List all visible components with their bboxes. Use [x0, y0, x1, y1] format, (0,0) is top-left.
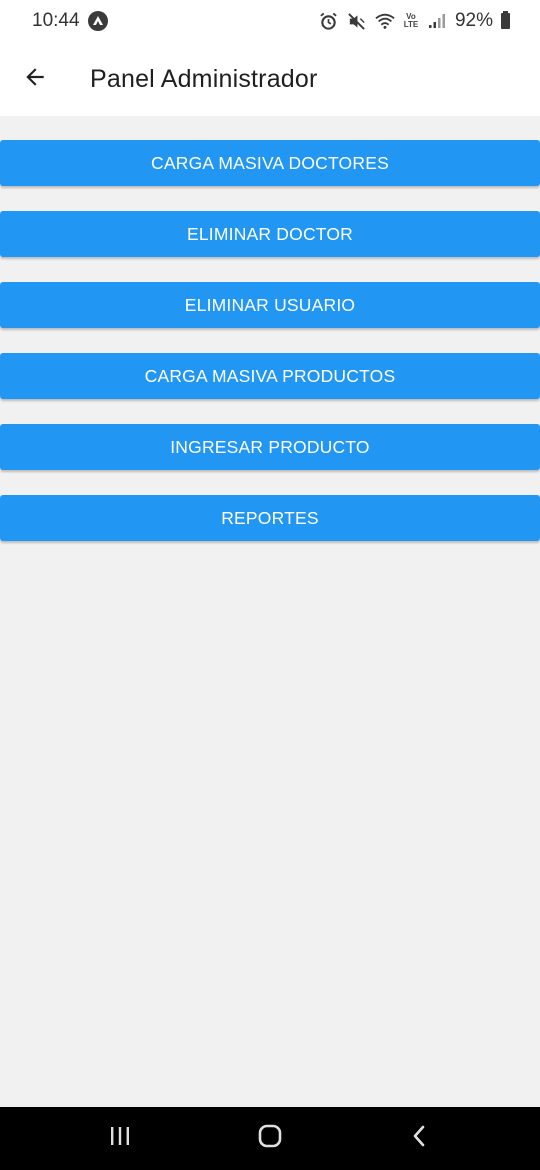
- signal-icon: [427, 11, 447, 31]
- status-bar: 10:44 Vo LTE 92%: [0, 0, 540, 42]
- home-button[interactable]: [240, 1114, 300, 1164]
- home-icon: [257, 1124, 283, 1153]
- battery-icon: [501, 11, 510, 29]
- add-product-button[interactable]: INGRESAR PRODUCTO: [0, 424, 540, 470]
- bulk-load-products-button[interactable]: CARGA MASIVA PRODUCTOS: [0, 353, 540, 399]
- screen: 10:44 Vo LTE 92% Panel Administrador CAR…: [0, 0, 540, 1170]
- volte-bottom: LTE: [403, 20, 419, 29]
- bulk-load-doctors-button[interactable]: CARGA MASIVA DOCTORES: [0, 140, 540, 186]
- recents-icon: [108, 1125, 132, 1152]
- system-nav-bar: [0, 1107, 540, 1170]
- delete-user-button[interactable]: ELIMINAR USUARIO: [0, 282, 540, 328]
- back-button[interactable]: [0, 42, 70, 116]
- app-notification-icon: [87, 11, 108, 31]
- status-left: 10:44: [32, 10, 108, 32]
- alarm-icon: [319, 11, 339, 31]
- volte-indicator: Vo LTE: [403, 13, 419, 29]
- status-time: 10:44: [32, 10, 80, 31]
- reports-button[interactable]: REPORTES: [0, 495, 540, 541]
- delete-doctor-button[interactable]: ELIMINAR DOCTOR: [0, 211, 540, 257]
- battery-percentage: 92%: [454, 10, 493, 31]
- arrow-left-icon: [22, 64, 48, 95]
- chevron-left-icon: [410, 1124, 430, 1153]
- muted-speaker-icon: [347, 11, 367, 31]
- wifi-icon: [375, 11, 395, 31]
- recents-button[interactable]: [90, 1114, 150, 1164]
- app-bar: Panel Administrador: [0, 42, 540, 116]
- nav-back-button[interactable]: [390, 1114, 450, 1164]
- page-title: Panel Administrador: [90, 64, 318, 93]
- status-right: Vo LTE 92%: [319, 10, 510, 32]
